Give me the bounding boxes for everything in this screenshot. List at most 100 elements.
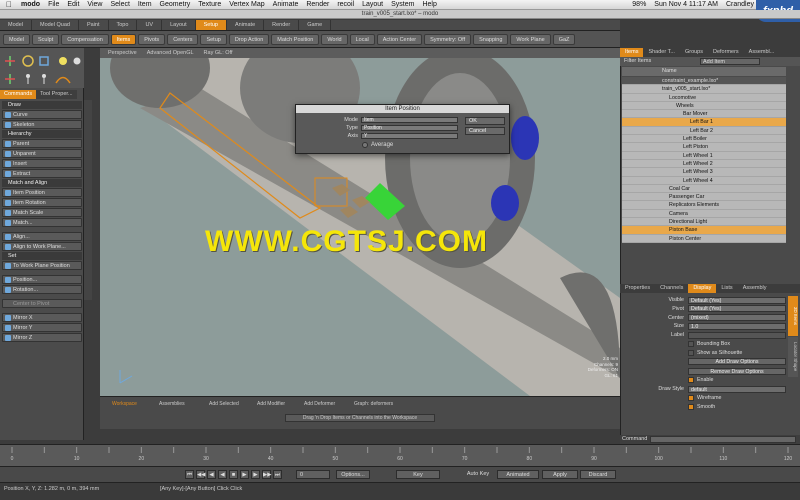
move-tool-icon[interactable] [5, 56, 15, 66]
go-start-button[interactable]: ⏮ [185, 470, 194, 479]
tab-uv[interactable]: UV [137, 20, 163, 30]
tree-item[interactable]: Left Wheel 3 [622, 168, 786, 177]
section-match-align[interactable]: Match and Align [2, 179, 82, 187]
menu-item-texture[interactable]: Texture [198, 1, 221, 8]
tab-assembly[interactable]: Assembl... [744, 48, 780, 57]
current-frame-input[interactable]: 0 [296, 470, 330, 479]
command-input[interactable] [650, 436, 796, 443]
tab-tool-properties[interactable]: Tool Proper... [36, 90, 77, 99]
tree-item[interactable]: Left Wheel 1 [622, 151, 786, 160]
add-modifier-button[interactable]: Add Modifier [253, 400, 289, 408]
mode-select[interactable]: Item [361, 116, 458, 123]
unparent-button[interactable]: Unparent [2, 149, 82, 158]
step-back-key-button[interactable]: ◀◀ [196, 470, 205, 479]
center-to-pivot-button[interactable]: Center to Pivot [2, 299, 82, 308]
menu-item-vertex-map[interactable]: Vertex Map [229, 1, 264, 8]
position-button[interactable]: Position... [2, 275, 82, 284]
tree-item[interactable]: Left Wheel 2 [622, 159, 786, 169]
tab-render[interactable]: Render [264, 20, 300, 30]
center-select[interactable]: (mixed) [688, 314, 786, 322]
side-tab-3d-items[interactable]: 3D Items [788, 296, 798, 336]
view-raygl-toggle[interactable]: Ray GL: Off [204, 50, 233, 56]
add-selected-button[interactable]: Add Selected [205, 400, 243, 408]
pivots-button[interactable]: Pivots [138, 33, 166, 45]
items-button[interactable]: Items [110, 33, 137, 45]
figure-tool-icon[interactable] [26, 74, 30, 84]
align-button[interactable]: Align... [2, 232, 82, 241]
axis-select[interactable]: Y [361, 132, 458, 139]
menu-item-view[interactable]: View [87, 1, 102, 8]
tree-item[interactable]: Left Bar 2 [622, 126, 786, 136]
menu-item-item[interactable]: Item [138, 1, 152, 8]
item-rotation-button[interactable]: Item Rotation [2, 198, 82, 207]
action-center-select[interactable]: Action Center [376, 33, 423, 45]
add-item-button[interactable]: Add Item [700, 58, 760, 65]
tree-item[interactable]: Directional Light [622, 218, 786, 227]
tab-channels[interactable]: Channels [655, 284, 688, 293]
tab-lists[interactable]: Lists [716, 284, 737, 293]
tab-layout[interactable]: Layout [162, 20, 196, 30]
item-position-button[interactable]: Item Position [2, 188, 82, 197]
step-forward-key-button[interactable]: ▶▶ [262, 470, 271, 479]
tab-workspace[interactable]: Workspace [108, 400, 141, 408]
menu-item-render[interactable]: Render [306, 1, 329, 8]
tree-item[interactable]: Wheels [622, 101, 786, 111]
tree-item[interactable]: Replicators Elements [622, 201, 786, 210]
tree-item[interactable]: Piston Center [622, 234, 786, 243]
rotate-tool-icon[interactable] [22, 55, 34, 67]
draw-style-select[interactable]: default [688, 385, 786, 393]
stop-button[interactable]: ■ [229, 470, 238, 479]
graph-select[interactable]: Graph: deformers [350, 400, 397, 408]
tree-item[interactable]: Camera [622, 209, 786, 219]
sculpt-button[interactable]: Sculpt [31, 33, 60, 45]
tree-item[interactable]: Piston Base [622, 226, 786, 235]
side-tab-locator-shape[interactable]: Locator Shape [788, 337, 798, 377]
centers-button[interactable]: Centers [167, 33, 199, 45]
silhouette-checkbox[interactable] [688, 349, 694, 356]
tree-item[interactable]: train_v005_start.lxo* [622, 85, 786, 94]
align-work-plane-button[interactable]: Align to Work Plane... [2, 242, 82, 251]
mirror-x-button[interactable]: Mirror X [2, 313, 82, 322]
size-input[interactable]: 1.0 [688, 322, 786, 330]
compensation-toggle[interactable]: Compensation [61, 33, 109, 45]
extract-button[interactable]: Extract [2, 169, 82, 178]
model-button[interactable]: Model [3, 33, 30, 45]
timeline[interactable]: 0 10 20 30 40 50 60 70 80 90 100 110 120 [0, 444, 800, 466]
spline-tool-icon[interactable] [55, 76, 71, 84]
menu-item-edit[interactable]: Edit [67, 1, 79, 8]
options-button[interactable]: Options... [336, 470, 370, 479]
drop-action-select[interactable]: Match Position [271, 33, 320, 45]
match-scale-button[interactable]: Match Scale [2, 208, 82, 217]
tree-item[interactable]: Passenger Car [622, 193, 786, 202]
tree-item[interactable]: Locomotive [622, 93, 786, 102]
tree-header-name[interactable]: Name [622, 67, 786, 76]
menu-item-geometry[interactable]: Geometry [160, 1, 191, 8]
menu-item-recoil[interactable]: recoil [337, 1, 354, 8]
average-checkbox[interactable] [362, 141, 368, 148]
menu-item-system[interactable]: System [391, 1, 414, 8]
tab-model-quad[interactable]: Model Quad [32, 20, 79, 30]
section-set[interactable]: Set [2, 252, 82, 260]
world-button[interactable]: World [321, 33, 348, 45]
menu-item-file[interactable]: File [48, 1, 59, 8]
tab-properties[interactable]: Properties [620, 284, 655, 293]
tab-assembly-props[interactable]: Assembly [738, 284, 772, 293]
tab-groups[interactable]: Groups [680, 48, 708, 57]
view-perspective-select[interactable]: Perspective [108, 50, 137, 56]
tab-paint[interactable]: Paint [79, 20, 109, 30]
section-draw[interactable]: Draw [2, 101, 82, 109]
tab-animate[interactable]: Animate [227, 20, 265, 30]
mirror-y-button[interactable]: Mirror Y [2, 323, 82, 332]
key-button[interactable]: Key [396, 470, 440, 479]
menu-item-animate[interactable]: Animate [273, 1, 299, 8]
apple-menu-icon[interactable]:  [6, 0, 12, 9]
tree-item[interactable]: Left Boiler [622, 135, 786, 144]
tree-item[interactable]: Left Wheel 4 [622, 176, 786, 185]
tree-item[interactable]: constraint_example.lxo* [622, 77, 786, 86]
local-button[interactable]: Local [349, 33, 375, 45]
to-work-plane-position-button[interactable]: To Work Plane Position [2, 261, 82, 270]
tab-topo[interactable]: Topo [109, 20, 138, 30]
symmetry-select[interactable]: Symmetry: Off [424, 33, 472, 45]
apply-button[interactable]: Apply [542, 470, 578, 479]
skeleton-button[interactable]: Skeleton [2, 120, 82, 129]
